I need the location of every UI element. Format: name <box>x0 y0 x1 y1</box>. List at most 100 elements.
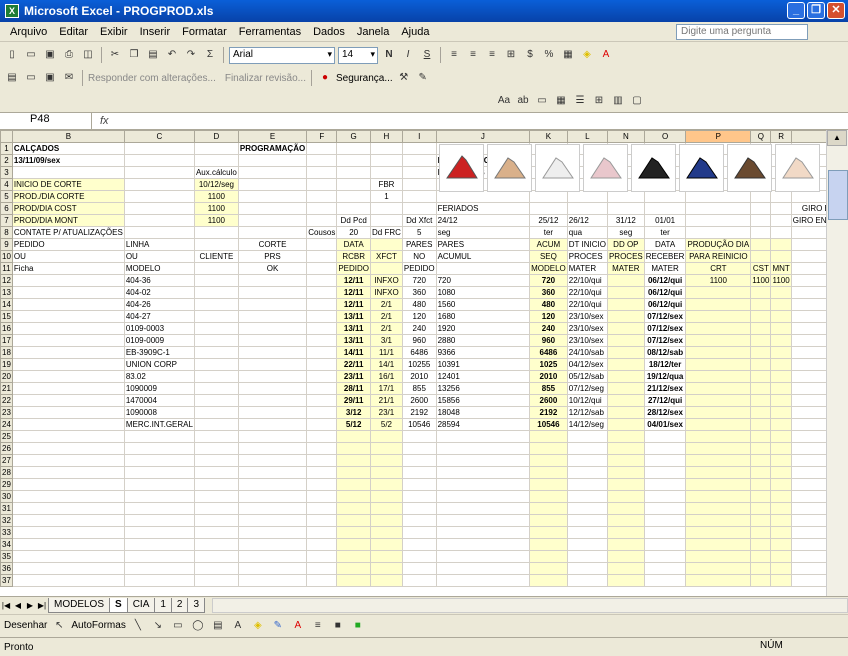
cell[interactable] <box>529 526 568 539</box>
cell[interactable] <box>11 322 125 335</box>
cell[interactable] <box>336 442 371 455</box>
cell[interactable]: Cousos <box>306 226 338 239</box>
cell[interactable] <box>790 538 826 551</box>
cell[interactable] <box>606 550 645 563</box>
cell[interactable] <box>606 382 645 395</box>
row-header[interactable]: 35 <box>0 550 13 563</box>
cell[interactable] <box>11 286 125 299</box>
cell[interactable] <box>11 310 125 323</box>
cell[interactable] <box>770 550 792 563</box>
cell[interactable] <box>606 358 645 371</box>
line-style-icon[interactable]: ≡ <box>310 618 326 634</box>
cell[interactable] <box>790 298 826 311</box>
cell[interactable] <box>606 526 645 539</box>
cell[interactable] <box>193 490 239 503</box>
cell[interactable] <box>237 466 308 479</box>
cell[interactable] <box>435 466 531 479</box>
row-header[interactable]: 28 <box>0 466 13 479</box>
column-header[interactable]: F <box>306 130 338 143</box>
new-icon[interactable]: ▯ <box>4 47 20 63</box>
cell[interactable] <box>685 442 752 455</box>
row-header[interactable]: 2 <box>0 154 13 167</box>
cell[interactable] <box>750 406 772 419</box>
cell[interactable] <box>790 226 826 239</box>
cell[interactable]: PEDIDO <box>11 238 125 251</box>
cell[interactable] <box>790 394 826 407</box>
row-header[interactable]: 9 <box>0 238 13 251</box>
track-icon[interactable]: ▣ <box>42 70 58 86</box>
open-icon[interactable]: ▭ <box>23 47 39 63</box>
cell[interactable] <box>237 562 308 575</box>
cell[interactable] <box>370 502 403 515</box>
cell[interactable] <box>237 370 308 383</box>
cell[interactable] <box>606 286 645 299</box>
cell[interactable] <box>336 490 371 503</box>
cell[interactable] <box>123 454 195 467</box>
cell[interactable] <box>336 454 371 467</box>
tab-2[interactable]: 2 <box>170 597 189 613</box>
list-icon[interactable]: ☰ <box>572 93 588 109</box>
cell[interactable]: 07/12/sex <box>643 334 687 347</box>
cell[interactable] <box>770 562 792 575</box>
align-center-icon[interactable]: ≡ <box>465 47 481 63</box>
cell[interactable] <box>401 502 437 515</box>
column-header[interactable]: AE <box>790 130 826 143</box>
desenhar-button[interactable]: Desenhar <box>4 620 47 631</box>
cell[interactable] <box>306 406 338 419</box>
cell[interactable] <box>643 514 687 527</box>
cell[interactable]: Dd FRC <box>370 226 403 239</box>
cell[interactable] <box>11 466 125 479</box>
cell[interactable] <box>237 322 308 335</box>
cell[interactable]: 29/11 <box>336 394 371 407</box>
row-header[interactable]: 17 <box>0 334 13 347</box>
cell[interactable] <box>336 154 371 167</box>
cell[interactable] <box>685 538 752 551</box>
cell[interactable] <box>750 202 772 215</box>
row-header[interactable]: 32 <box>0 514 13 527</box>
cell[interactable] <box>790 514 826 527</box>
cell[interactable] <box>770 442 792 455</box>
cell[interactable]: 22/10/qui <box>566 286 608 299</box>
cell[interactable] <box>750 358 772 371</box>
cell[interactable] <box>685 370 752 383</box>
cell[interactable]: PROD/DIA COST <box>11 202 125 215</box>
cell[interactable] <box>685 478 752 491</box>
scroll-thumb[interactable] <box>828 170 848 220</box>
cell[interactable] <box>193 502 239 515</box>
cell[interactable]: 1680 <box>435 310 531 323</box>
save-icon[interactable]: ▣ <box>42 47 58 63</box>
cell[interactable]: 18/12/ter <box>643 358 687 371</box>
cell[interactable] <box>237 286 308 299</box>
cell[interactable] <box>401 526 437 539</box>
cell[interactable]: 08/12/sab <box>643 346 687 359</box>
cell[interactable] <box>11 430 125 443</box>
cell[interactable]: 11/1 <box>370 346 403 359</box>
cell[interactable] <box>643 538 687 551</box>
cell[interactable] <box>193 262 239 275</box>
cell[interactable]: RCBR <box>336 250 371 263</box>
cell[interactable] <box>336 430 371 443</box>
cell[interactable] <box>770 358 792 371</box>
cell[interactable] <box>123 514 195 527</box>
cell[interactable] <box>685 466 752 479</box>
cell[interactable]: UNION CORP <box>123 358 195 371</box>
row-header[interactable]: 19 <box>0 358 13 371</box>
cell[interactable] <box>401 574 437 587</box>
menu-janela[interactable]: Janela <box>351 26 395 38</box>
prev-sheet-icon[interactable]: ◀ <box>12 601 24 610</box>
cell[interactable] <box>685 310 752 323</box>
italic-icon[interactable]: I <box>400 47 416 63</box>
cell[interactable]: 05/12/sab <box>566 370 608 383</box>
column-header[interactable]: G <box>336 130 371 143</box>
cell[interactable]: MNT <box>770 262 792 275</box>
cell[interactable] <box>123 190 195 203</box>
cell[interactable]: 720 <box>435 274 531 287</box>
cell[interactable]: 404-26 <box>123 298 195 311</box>
cell[interactable] <box>123 226 195 239</box>
cell[interactable] <box>11 358 125 371</box>
cell[interactable] <box>685 550 752 563</box>
cell[interactable] <box>193 550 239 563</box>
cell[interactable]: MATER <box>606 262 645 275</box>
cell[interactable] <box>237 202 308 215</box>
cell[interactable]: 1470004 <box>123 394 195 407</box>
